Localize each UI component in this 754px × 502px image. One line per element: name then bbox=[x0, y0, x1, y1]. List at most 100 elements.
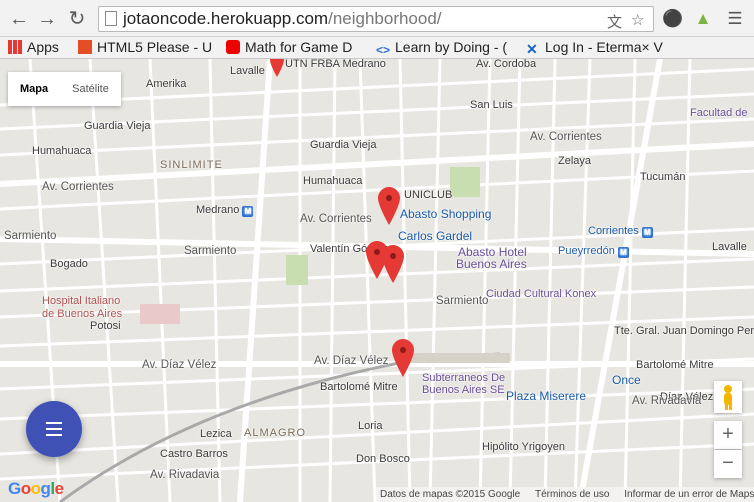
map-label: Av. Corrientes bbox=[42, 181, 114, 193]
map-label: Bartolomé Mitre bbox=[320, 381, 398, 393]
menu-fab-button[interactable] bbox=[26, 401, 82, 457]
bookmark-label: Learn by Doing - ( bbox=[395, 39, 508, 55]
poi-label[interactable]: Subterraneos De bbox=[422, 372, 505, 384]
map-label: Loria bbox=[358, 420, 383, 432]
map-type-control: Mapa Satélite bbox=[8, 72, 121, 106]
map-label: Sarmiento bbox=[436, 295, 489, 307]
translate-icon[interactable]: 文 bbox=[607, 11, 622, 32]
google-logo: Google bbox=[8, 479, 64, 498]
metro-label-text: Pueyrredón bbox=[558, 245, 615, 257]
map-marker[interactable] bbox=[266, 59, 288, 77]
zoom-in-button[interactable]: + bbox=[714, 421, 742, 449]
bookmark-apps[interactable]: Apps bbox=[8, 39, 70, 57]
zoom-out-button[interactable]: − bbox=[714, 450, 742, 478]
map-label: UTN FRBA Medrano bbox=[285, 59, 386, 70]
reload-icon[interactable]: ↻ bbox=[66, 8, 88, 30]
map-label: Zelaya bbox=[558, 155, 592, 167]
map-label: Lavalle bbox=[712, 241, 747, 253]
map-data-credit: Datos de mapas ©2015 Google bbox=[380, 489, 521, 500]
map-label: Potosi bbox=[90, 320, 121, 332]
map-label: UNICLUB bbox=[404, 189, 453, 201]
google-map[interactable]: UTN FRBA Medrano Av. Cordoba Amerika Lav… bbox=[0, 59, 754, 502]
address-bar[interactable]: jotaoncode.herokuapp.com/neighborhood/ 文… bbox=[98, 6, 654, 32]
map-label: Humahuaca bbox=[32, 145, 92, 157]
bookmark-html5-please[interactable]: HTML5 Please - U bbox=[78, 39, 216, 57]
bookmark-label: Log In - Eterma× V bbox=[545, 39, 663, 55]
poi-label[interactable]: Abasto Shopping bbox=[400, 207, 491, 221]
map-label: Hipólito Yrigoyen bbox=[482, 441, 565, 453]
metro-label-text: Corrientes bbox=[588, 225, 639, 237]
map-type-satellite-button[interactable]: Satélite bbox=[60, 72, 121, 106]
map-label: Sarmiento bbox=[184, 245, 237, 257]
bookmark-star-icon[interactable]: ☆ bbox=[631, 11, 644, 29]
youtube-icon bbox=[226, 40, 240, 54]
bug-extension-icon[interactable]: ⚫ bbox=[662, 8, 684, 30]
metro-label: Once bbox=[612, 373, 641, 387]
map-label: Lezica bbox=[200, 428, 232, 440]
poi-label[interactable]: Facultad de bbox=[690, 107, 747, 119]
metro-label: Corrientes M bbox=[588, 225, 653, 238]
map-marker[interactable] bbox=[378, 187, 400, 225]
map-label: Guardia Vieja bbox=[84, 120, 151, 132]
metro-icon: M bbox=[242, 206, 254, 217]
android-extension-icon[interactable]: ▲ bbox=[692, 8, 714, 30]
apps-grid-icon bbox=[8, 40, 22, 54]
map-attribution: Datos de mapas ©2015 Google Términos de … bbox=[376, 487, 754, 502]
map-label: Lavalle bbox=[230, 65, 265, 77]
terms-link[interactable]: Términos de uso bbox=[535, 489, 609, 500]
map-label: Av. Rivadavia bbox=[150, 469, 220, 481]
map-label: Tucumán bbox=[640, 171, 686, 183]
map-label: Humahuaca bbox=[303, 175, 363, 187]
poi-label[interactable]: Carlos Gardel bbox=[398, 229, 472, 243]
report-error-link[interactable]: Informar de un error de Maps bbox=[624, 489, 754, 500]
back-arrow-icon[interactable]: ← bbox=[8, 8, 30, 30]
menu-icon[interactable]: ☰ bbox=[724, 8, 746, 30]
forward-arrow-icon[interactable]: → bbox=[36, 8, 58, 30]
map-label: Don Bosco bbox=[356, 453, 410, 465]
browser-toolbar: ← → ↻ jotaoncode.herokuapp.com/neighborh… bbox=[0, 0, 754, 37]
url-path: /neighborhood/ bbox=[328, 9, 442, 28]
bookmark-label: Apps bbox=[27, 39, 59, 55]
poi-label[interactable]: Ciudad Cultural Konex bbox=[486, 288, 596, 300]
url-host: jotaoncode.herokuapp.com bbox=[123, 9, 329, 28]
map-label: Bogado bbox=[50, 258, 88, 270]
map-label: Sarmiento bbox=[4, 230, 57, 242]
map-marker[interactable] bbox=[382, 245, 404, 283]
poi-label[interactable]: Buenos Aires SE bbox=[422, 384, 505, 396]
map-label: San Luis bbox=[470, 99, 513, 111]
map-type-map-button[interactable]: Mapa bbox=[8, 72, 60, 106]
map-label: SINLIMITE bbox=[160, 159, 223, 171]
hospital-area bbox=[140, 304, 180, 324]
menu-icon-bar bbox=[46, 434, 62, 436]
poi-label[interactable]: Hospital Italiano bbox=[42, 295, 120, 307]
poi-label[interactable]: de Buenos Aires bbox=[42, 308, 122, 320]
bookmark-learn-by-doing[interactable]: <> Learn by Doing - ( bbox=[376, 39, 516, 57]
metro-icon: M bbox=[641, 227, 653, 238]
poi-label[interactable]: Plaza Miserere bbox=[506, 389, 586, 403]
pegman-icon bbox=[724, 385, 732, 410]
map-label: Av. Díaz Vélez bbox=[314, 355, 389, 367]
map-label: ALMAGRO bbox=[244, 427, 307, 439]
metro-label: Pueyrredón M bbox=[558, 245, 629, 258]
map-label: Tte. Gral. Juan Domingo Perón bbox=[614, 325, 754, 337]
map-label: Av. Corrientes bbox=[530, 131, 602, 143]
map-label: Guardia Vieja bbox=[310, 139, 377, 151]
map-label: Castro Barros bbox=[160, 448, 228, 460]
map-label: Amerika bbox=[146, 78, 187, 90]
url-text: jotaoncode.herokuapp.com/neighborhood/ bbox=[123, 9, 442, 29]
map-label: Bartolomé Mitre bbox=[636, 359, 714, 371]
map-label: Av. Corrientes bbox=[300, 213, 372, 225]
map-marker[interactable] bbox=[392, 339, 414, 377]
metro-label: Medrano bbox=[196, 204, 240, 216]
metro-icon: M bbox=[617, 247, 629, 258]
menu-icon-bar bbox=[46, 428, 62, 430]
x-logo-icon: ✕ bbox=[526, 41, 538, 57]
bookmark-label: Math for Game D bbox=[245, 39, 353, 55]
page-icon bbox=[105, 11, 117, 26]
map-label: Av. Díaz Vélez bbox=[142, 359, 217, 371]
bookmark-eterma-login[interactable]: ✕ Log In - Eterma× V bbox=[526, 39, 666, 57]
bookmark-math-game-dev[interactable]: Math for Game D bbox=[226, 39, 364, 57]
menu-icon bbox=[46, 422, 62, 424]
street-view-pegman[interactable] bbox=[714, 381, 742, 413]
poi-label[interactable]: Buenos Aires bbox=[456, 257, 527, 271]
